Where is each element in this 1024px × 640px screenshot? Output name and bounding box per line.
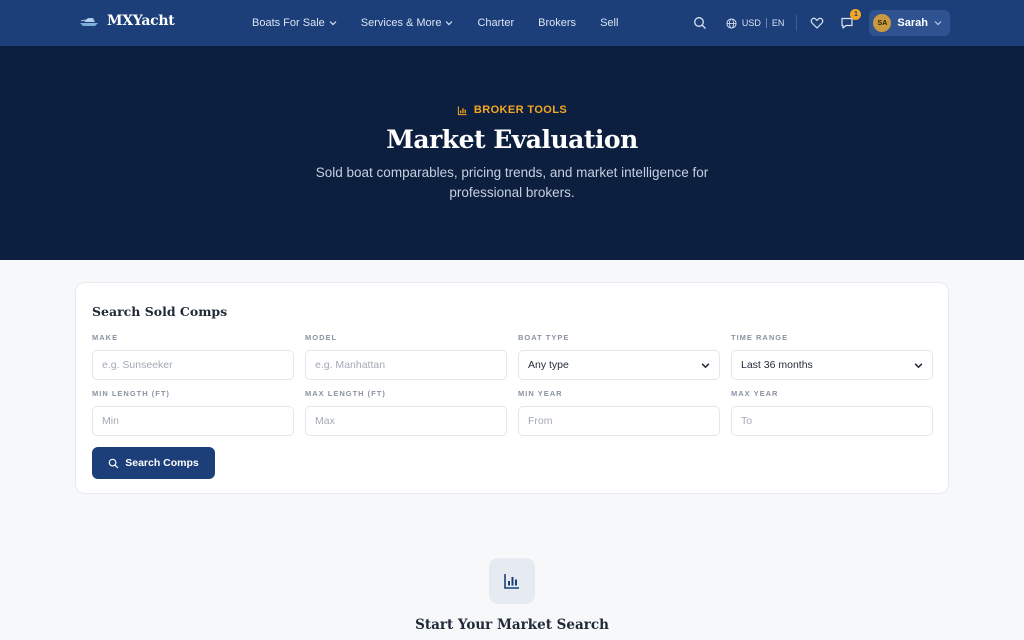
make-input[interactable] xyxy=(92,350,294,380)
user-menu[interactable]: SA Sarah xyxy=(869,10,950,36)
nav-item-label: Boats For Sale xyxy=(252,17,325,29)
nav-item-brokers[interactable]: Brokers xyxy=(538,17,576,29)
search-comps-label: Search Comps xyxy=(125,457,199,469)
max-year-input[interactable] xyxy=(731,406,933,436)
chevron-down-icon xyxy=(329,21,337,26)
main-menu: Boats For Sale Services & More Charter B… xyxy=(252,0,618,46)
model-input[interactable] xyxy=(305,350,507,380)
nav-item-label: Brokers xyxy=(538,17,577,29)
empty-state-icon-box xyxy=(489,558,535,604)
search-comps-button[interactable]: Search Comps xyxy=(92,447,215,479)
make-label: MAKE xyxy=(92,333,119,342)
time-range-selected: Last 36 months xyxy=(741,359,813,371)
bar-chart-icon xyxy=(504,574,519,589)
time-range-field-group: TIME RANGE Last 36 months xyxy=(731,333,933,380)
search-sold-comps-card: Search Sold Comps MAKE MODEL BOAT TYPE A… xyxy=(75,282,949,494)
favorites-button[interactable] xyxy=(809,15,825,31)
max-year-field-group: MAX YEAR xyxy=(731,389,933,436)
min-year-field-group: MIN YEAR xyxy=(518,389,720,436)
boat-type-label: BOAT TYPE xyxy=(518,333,570,342)
empty-state-title: Start Your Market Search xyxy=(415,617,609,633)
chevron-down-icon xyxy=(701,362,710,368)
avatar: SA xyxy=(873,14,892,32)
hero-subtitle: Sold boat comparables, pricing trends, a… xyxy=(315,165,709,200)
make-field-group: MAKE xyxy=(92,333,294,380)
search-button[interactable] xyxy=(692,15,708,31)
heart-icon xyxy=(811,17,824,29)
language-label: EN xyxy=(771,18,785,28)
messages-button[interactable]: 1 xyxy=(839,9,862,31)
max-length-input[interactable] xyxy=(305,406,507,436)
globe-icon xyxy=(726,17,737,29)
nav-item-label: Services & More xyxy=(360,17,442,29)
max-length-label: MAX LENGTH (FT) xyxy=(305,389,386,398)
yacht-icon xyxy=(80,18,98,26)
min-year-label: MIN YEAR xyxy=(518,389,563,398)
card-title: Search Sold Comps xyxy=(92,304,228,319)
model-field-group: MODEL xyxy=(305,333,507,380)
nav-item-label: Sell xyxy=(600,17,619,29)
divider xyxy=(765,18,767,28)
page-title: Market Evaluation xyxy=(386,125,638,154)
nav-item-label: Charter xyxy=(477,17,515,29)
model-label: MODEL xyxy=(305,333,338,342)
hero-section: BROKER TOOLS Market Evaluation Sold boat… xyxy=(0,46,1024,260)
min-year-input[interactable] xyxy=(518,406,720,436)
user-name: Sarah xyxy=(897,17,928,29)
boat-type-select[interactable]: Any type xyxy=(518,350,720,380)
chevron-down-icon xyxy=(446,21,453,26)
chevron-down-icon xyxy=(934,21,942,26)
nav-item-services-more[interactable]: Services & More xyxy=(361,17,454,29)
chevron-down-icon xyxy=(914,362,923,368)
messages-badge: 1 xyxy=(850,9,862,20)
locale-switcher[interactable]: USD EN xyxy=(726,17,785,29)
min-length-field-group: MIN LENGTH (FT) xyxy=(92,389,294,436)
currency-label: USD xyxy=(741,18,761,28)
hero-eyebrow-text: BROKER TOOLS xyxy=(473,104,568,116)
max-year-label: MAX YEAR xyxy=(731,389,779,398)
time-range-select[interactable]: Last 36 months xyxy=(731,350,933,380)
top-nav: MXYacht Boats For Sale Services & More C… xyxy=(0,0,1024,46)
max-length-field-group: MAX LENGTH (FT) xyxy=(305,389,507,436)
nav-actions: USD EN 1 SA Sarah xyxy=(692,0,950,46)
time-range-label: TIME RANGE xyxy=(731,333,789,342)
brand-logo[interactable]: MXYacht xyxy=(79,13,175,29)
nav-item-boats-for-sale[interactable]: Boats For Sale xyxy=(252,17,337,29)
divider xyxy=(796,15,798,31)
search-icon xyxy=(108,458,119,468)
boat-type-selected: Any type xyxy=(528,359,569,371)
min-length-input[interactable] xyxy=(92,406,294,436)
bar-chart-icon xyxy=(457,105,467,115)
brand-name: MXYacht xyxy=(107,13,175,29)
search-icon xyxy=(693,17,706,29)
nav-item-sell[interactable]: Sell xyxy=(600,17,618,29)
nav-item-charter[interactable]: Charter xyxy=(477,17,514,29)
min-length-label: MIN LENGTH (FT) xyxy=(92,389,170,398)
hero-eyebrow: BROKER TOOLS xyxy=(0,104,1024,116)
boat-type-field-group: BOAT TYPE Any type xyxy=(518,333,720,380)
